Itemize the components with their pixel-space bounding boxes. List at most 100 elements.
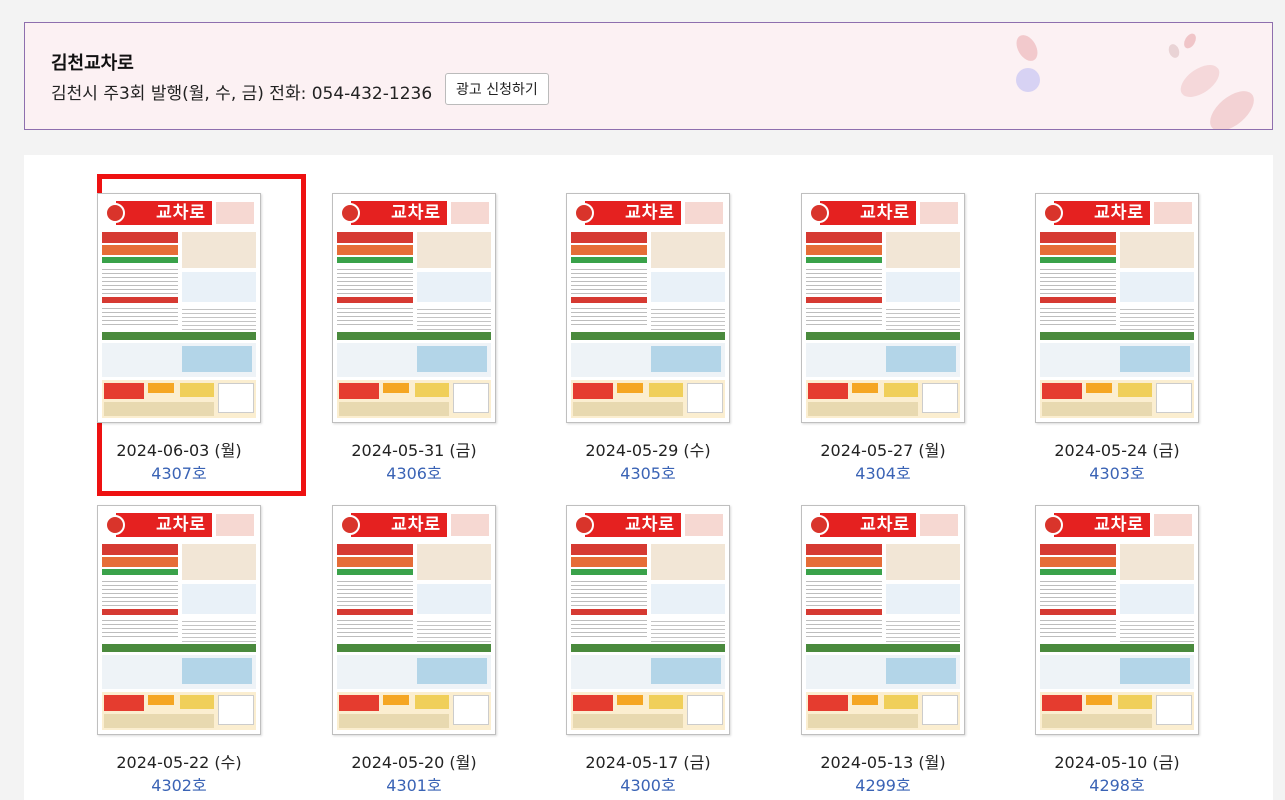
- newspaper-thumbnail[interactable]: 교차로: [1035, 193, 1199, 423]
- logo-emblem-icon: [1043, 203, 1063, 223]
- masthead-side-box: [451, 202, 489, 224]
- thumb-block: [1042, 383, 1082, 399]
- thumb-block: [337, 644, 491, 652]
- thumb-block: [337, 297, 413, 303]
- issue-item[interactable]: 교차로 2024-05-10 (금) 4298호: [986, 467, 1220, 795]
- thumb-block: [104, 695, 144, 711]
- issue-date: 2024-05-17 (금): [585, 753, 711, 772]
- issue-grid: 교차로 2024-06-03 (월) 4307호 교차로 2024-05-31 (금) 4…: [24, 155, 1273, 800]
- thumb-block: [571, 544, 647, 555]
- issue-item[interactable]: 교차로 2024-05-17 (금) 4300호: [517, 467, 751, 795]
- thumb-text-lines: [806, 266, 882, 294]
- issue-item[interactable]: 교차로 2024-06-03 (월) 4307호: [48, 155, 306, 496]
- thumb-block: [102, 544, 178, 555]
- issue-number-link[interactable]: 4299호: [752, 772, 1014, 796]
- newspaper-header: 김천교차로 김천시 주3회 발행(월, 수, 금) 전화: 054-432-12…: [24, 22, 1273, 130]
- logo-emblem-icon: [1043, 515, 1063, 535]
- thumb-text-lines: [337, 266, 413, 294]
- thumb-block: [649, 695, 683, 709]
- newspaper-logo: 교차로: [351, 201, 447, 225]
- thumb-block: [182, 272, 256, 302]
- thumb-block: [687, 383, 723, 413]
- thumb-text-lines: [102, 617, 178, 639]
- issue-date: 2024-05-31 (금): [351, 441, 477, 460]
- issue-item[interactable]: 교차로 2024-05-22 (수) 4302호: [48, 467, 282, 795]
- thumb-block: [102, 609, 178, 615]
- thumbnail-masthead: 교차로: [337, 199, 491, 227]
- thumb-block: [1040, 232, 1116, 243]
- newspaper-thumbnail[interactable]: 교차로: [801, 505, 965, 735]
- thumb-block: [651, 272, 725, 302]
- thumb-block: [182, 658, 252, 684]
- thumb-block: [1040, 332, 1194, 340]
- thumb-block: [1042, 714, 1152, 728]
- thumb-block: [649, 383, 683, 397]
- newspaper-logo: 교차로: [351, 513, 447, 537]
- thumb-block: [182, 346, 252, 372]
- issue-number-link[interactable]: 4300호: [517, 772, 779, 796]
- issue-item[interactable]: 교차로 2024-05-13 (월) 4299호: [752, 467, 986, 795]
- thumb-block: [571, 569, 647, 575]
- issue-date: 2024-05-29 (수): [585, 441, 711, 460]
- thumb-text-lines: [417, 306, 491, 332]
- newspaper-thumbnail[interactable]: 교차로: [332, 505, 496, 735]
- newspaper-thumbnail[interactable]: 교차로: [801, 193, 965, 423]
- thumb-block: [886, 658, 956, 684]
- thumb-block: [1118, 695, 1152, 709]
- issue-item[interactable]: 교차로 2024-05-27 (월) 4304호: [752, 155, 986, 483]
- thumb-block: [337, 245, 413, 255]
- thumb-block: [806, 569, 882, 575]
- newspaper-thumbnail[interactable]: 교차로: [566, 193, 730, 423]
- thumb-block: [1040, 257, 1116, 263]
- thumb-block: [383, 695, 409, 705]
- logo-emblem-icon: [105, 515, 125, 535]
- thumb-block: [102, 557, 178, 567]
- thumb-block: [573, 383, 613, 399]
- thumb-block: [337, 609, 413, 615]
- thumb-block: [886, 272, 960, 302]
- issue-number-link[interactable]: 4298호: [986, 772, 1248, 796]
- thumb-block: [806, 609, 882, 615]
- issue-item[interactable]: 교차로 2024-05-24 (금) 4303호: [986, 155, 1220, 483]
- issue-item[interactable]: 교차로 2024-05-29 (수) 4305호: [517, 155, 751, 483]
- newspaper-thumbnail[interactable]: 교차로: [566, 505, 730, 735]
- newspaper-thumbnail[interactable]: 교차로: [97, 505, 261, 735]
- thumb-block: [617, 383, 643, 393]
- issue-item[interactable]: 교차로 2024-05-20 (월) 4301호: [283, 467, 517, 795]
- thumb-block: [886, 584, 960, 614]
- thumb-block: [808, 714, 918, 728]
- issue-number-link[interactable]: 4301호: [283, 772, 545, 796]
- newspaper-logo: 교차로: [820, 513, 916, 537]
- thumb-block: [415, 695, 449, 709]
- newspaper-logo: 교차로: [820, 201, 916, 225]
- thumb-block: [104, 402, 214, 416]
- newspaper-thumbnail[interactable]: 교차로: [332, 193, 496, 423]
- newspaper-thumbnail[interactable]: 교차로: [97, 193, 261, 423]
- publication-info: 김천시 주3회 발행(월, 수, 금) 전화: 054-432-1236: [51, 84, 433, 104]
- thumb-block: [651, 232, 725, 268]
- newspaper-logo: 교차로: [116, 513, 212, 537]
- thumb-block: [617, 695, 643, 705]
- thumb-block: [104, 714, 214, 728]
- thumb-text-lines: [182, 306, 256, 332]
- issue-date: 2024-05-22 (수): [116, 753, 242, 772]
- thumb-block: [102, 297, 178, 303]
- thumb-block: [884, 383, 918, 397]
- thumb-block: [808, 402, 918, 416]
- thumb-block: [1040, 245, 1116, 255]
- issue-item[interactable]: 교차로 2024-05-31 (금) 4306호: [283, 155, 517, 483]
- thumb-block: [806, 557, 882, 567]
- newspaper-thumbnail[interactable]: 교차로: [1035, 505, 1199, 735]
- thumb-block: [571, 297, 647, 303]
- ad-request-button[interactable]: 광고 신청하기: [445, 73, 549, 105]
- thumb-block: [1042, 402, 1152, 416]
- issue-number-link[interactable]: 4302호: [48, 772, 310, 796]
- thumb-block: [148, 695, 174, 705]
- logo-emblem-icon: [809, 203, 829, 223]
- thumb-block: [182, 584, 256, 614]
- thumb-text-lines: [1120, 306, 1194, 332]
- newspaper-logo: 교차로: [585, 201, 681, 225]
- thumb-block: [573, 402, 683, 416]
- thumb-block: [339, 383, 379, 399]
- thumb-block: [806, 232, 882, 243]
